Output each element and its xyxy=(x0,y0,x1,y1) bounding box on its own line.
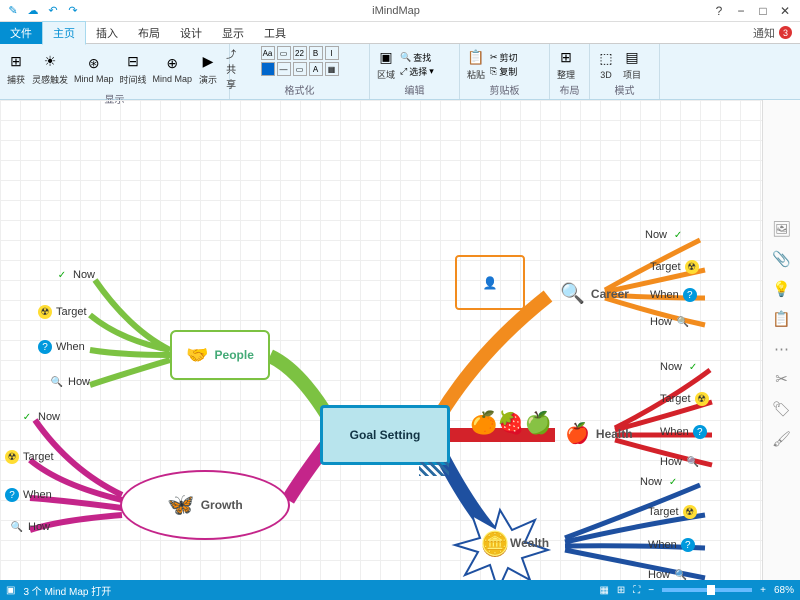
region-button[interactable]: ▣区域 xyxy=(374,46,398,82)
notif-label: 通知 xyxy=(753,25,775,41)
arrange-button[interactable]: ⊞整理 xyxy=(554,46,578,82)
more-tool-icon[interactable]: ⋯ xyxy=(772,340,792,360)
app-title: iMindMap xyxy=(80,5,712,17)
ribbon-group-format: Aa▭22BI —▭A▦ 格式化 xyxy=(230,44,370,99)
status-fit-icon[interactable]: ⛶ xyxy=(633,585,640,596)
close-button[interactable]: ✕ xyxy=(778,4,792,18)
central-node[interactable]: Goal Setting xyxy=(320,405,450,465)
ribbon-group-mode: ⬚3D ▤项目 模式 xyxy=(590,44,660,99)
ribbon-group-arrange: ⊞整理 布局 xyxy=(550,44,590,99)
capture-button[interactable]: ⊞捕获 xyxy=(4,51,28,87)
notif-badge: 3 xyxy=(779,26,792,39)
ribbon-group-label: 剪贴板 xyxy=(464,82,545,97)
status-map-icon: ▣ xyxy=(6,585,15,596)
ribbon-group-edit: ▣区域 🔍 查找⤢ 选择▾ 编辑 xyxy=(370,44,460,99)
cut-tool-icon[interactable]: ✂ xyxy=(772,370,792,390)
ribbon-group-label: 模式 xyxy=(594,82,655,97)
tag-tool-icon[interactable]: 🏷 xyxy=(772,400,792,420)
ribbon-group-display: ⊞捕获 ☀灵感触发 ⊛Mind Map ⊟时间线 ⊕Mind Map ▶演示 ⤴… xyxy=(0,44,230,99)
ribbon-group-label: 编辑 xyxy=(374,82,455,97)
3d-button[interactable]: ⬚3D xyxy=(594,48,618,81)
branch-growth[interactable]: 🦋Growth xyxy=(120,470,290,540)
file-menu[interactable]: 文件 xyxy=(0,22,42,44)
wealth-image: 🪙 xyxy=(480,530,510,559)
branch-career[interactable]: 🔍Career xyxy=(550,275,639,312)
idea-tool-icon[interactable]: 💡 xyxy=(772,280,792,300)
minimize-button[interactable]: − xyxy=(734,4,748,18)
branch-health[interactable]: 🍎Health xyxy=(555,415,643,452)
image-tool-icon[interactable]: 🖼 xyxy=(772,220,792,240)
brainstorm-button[interactable]: ☀灵感触发 xyxy=(30,51,70,87)
zoom-in-button[interactable]: + xyxy=(760,585,766,596)
branch-people[interactable]: 🤝People xyxy=(170,330,270,380)
edit-icon[interactable]: ✎ xyxy=(6,4,20,18)
side-toolstrip: 🖼 📎 💡 📋 ⋯ ✂ 🏷 🖌 xyxy=(762,100,800,580)
status-view1-icon[interactable]: ▦ xyxy=(599,585,608,596)
tab-tools[interactable]: 工具 xyxy=(254,22,296,44)
statusbar: ▣ 3 个 Mind Map 打开 ▦ ⊞ ⛶ − + 68% xyxy=(0,580,800,600)
help-button[interactable]: ? xyxy=(712,4,726,18)
note-tool-icon[interactable]: 📋 xyxy=(772,310,792,330)
paste-button[interactable]: 📋粘贴 xyxy=(464,46,488,82)
window-controls: ? − □ ✕ xyxy=(712,4,800,18)
project-button[interactable]: ▤项目 xyxy=(620,46,644,82)
attach-tool-icon[interactable]: 📎 xyxy=(772,250,792,270)
career-image: 👤 xyxy=(455,255,525,310)
titlebar: ✎ ☁ ↶ ↷ iMindMap ? − □ ✕ xyxy=(0,0,800,22)
menubar: 文件 主页 插入 布局 设计 显示 工具 通知 3 xyxy=(0,22,800,44)
maximize-button[interactable]: □ xyxy=(756,4,770,18)
ribbon-group-label: 格式化 xyxy=(234,82,365,97)
ribbon-group-label: 布局 xyxy=(554,82,585,97)
ribbon-group-clipboard: 📋粘贴 ✂ 剪切⎘ 复制 剪贴板 xyxy=(460,44,550,99)
status-left: 3 个 Mind Map 打开 xyxy=(23,583,111,598)
notifications[interactable]: 通知 3 xyxy=(745,25,800,41)
tab-design[interactable]: 设计 xyxy=(170,22,212,44)
zoom-value: 68% xyxy=(774,585,794,596)
mindmap-button[interactable]: ⊛Mind Map xyxy=(72,52,116,85)
cloud-icon[interactable]: ☁ xyxy=(26,4,40,18)
redo-icon[interactable]: ↷ xyxy=(66,4,80,18)
health-image: 🍊🍓🍏 xyxy=(470,410,552,436)
zoom-out-button[interactable]: − xyxy=(648,585,654,596)
present-button[interactable]: ▶演示 xyxy=(196,51,220,87)
mindmap2-button[interactable]: ⊕Mind Map xyxy=(151,52,195,85)
tab-home[interactable]: 主页 xyxy=(42,21,86,45)
quick-launch: ✎ ☁ ↶ ↷ xyxy=(0,4,80,18)
timeline-button[interactable]: ⊟时间线 xyxy=(118,51,149,87)
tab-insert[interactable]: 插入 xyxy=(86,22,128,44)
tab-display[interactable]: 显示 xyxy=(212,22,254,44)
brush-tool-icon[interactable]: 🖌 xyxy=(772,430,792,450)
undo-icon[interactable]: ↶ xyxy=(46,4,60,18)
zoom-slider[interactable] xyxy=(662,588,752,592)
mindmap-canvas[interactable]: Goal Setting 🤝People 🦋Growth 🔍Career 👤 🍎… xyxy=(0,100,762,580)
status-view2-icon[interactable]: ⊞ xyxy=(617,585,625,596)
ribbon: ⊞捕获 ☀灵感触发 ⊛Mind Map ⊟时间线 ⊕Mind Map ▶演示 ⤴… xyxy=(0,44,800,100)
tab-layout[interactable]: 布局 xyxy=(128,22,170,44)
